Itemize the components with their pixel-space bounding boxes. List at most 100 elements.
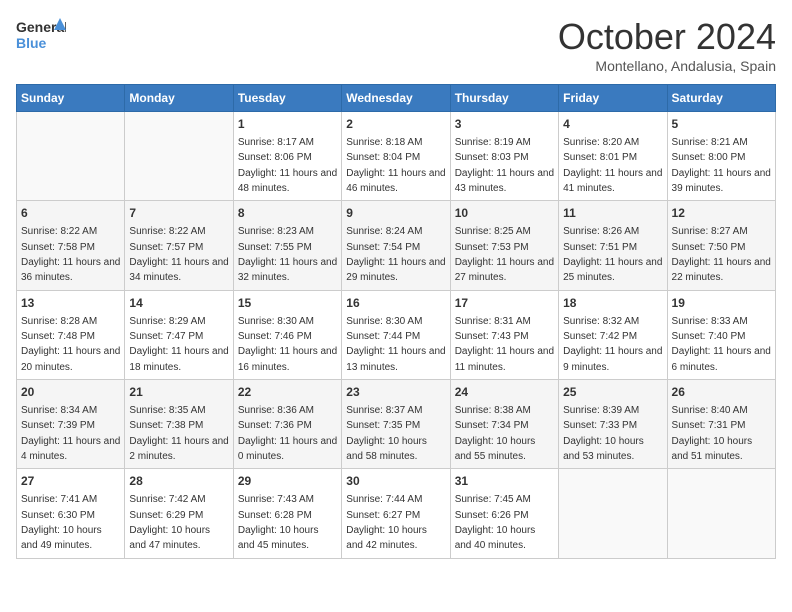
day-number: 6 (21, 205, 120, 222)
day-number: 16 (346, 295, 445, 312)
calendar-cell: 15Sunrise: 8:30 AMSunset: 7:46 PMDayligh… (233, 290, 341, 379)
weekday-header-row: SundayMondayTuesdayWednesdayThursdayFrid… (17, 85, 776, 112)
day-number: 8 (238, 205, 337, 222)
day-number: 27 (21, 473, 120, 490)
calendar-cell: 26 Sunrise: 8:40 AMSunset: 7:31 PMDayligh… (667, 380, 775, 469)
day-info: Sunrise: 7:42 AMSunset: 6:29 PMDaylight:… (129, 494, 210, 551)
weekday-header-sunday: Sunday (17, 85, 125, 112)
day-info: Sunrise: 8:37 AMSunset: 7:35 PMDaylight:… (346, 405, 427, 462)
day-number: 18 (563, 295, 662, 312)
calendar-cell: 23 Sunrise: 8:37 AMSunset: 7:35 PMDayligh… (342, 380, 450, 469)
day-number: 26 (672, 384, 771, 401)
day-number: 30 (346, 473, 445, 490)
day-number: 13 (21, 295, 120, 312)
weekday-header-saturday: Saturday (667, 85, 775, 112)
day-info: Sunrise: 8:39 AMSunset: 7:33 PMDaylight:… (563, 405, 644, 462)
day-number: 21 (129, 384, 228, 401)
day-info: Sunrise: 8:29 AMSunset: 7:47 PMDaylight:… (129, 316, 228, 373)
week-row-5: 27 Sunrise: 7:41 AMSunset: 6:30 PMDayligh… (17, 469, 776, 558)
day-number: 10 (455, 205, 554, 222)
day-number: 23 (346, 384, 445, 401)
day-number: 25 (563, 384, 662, 401)
calendar-cell: 24 Sunrise: 8:38 AMSunset: 7:34 PMDayligh… (450, 380, 558, 469)
calendar-cell: 16 Sunrise: 8:30 AMSunset: 7:44 PMDayligh… (342, 290, 450, 379)
day-number: 9 (346, 205, 445, 222)
day-info: Sunrise: 8:34 AMSunset: 7:39 PMDaylight:… (21, 405, 120, 462)
calendar-cell: 27 Sunrise: 7:41 AMSunset: 6:30 PMDayligh… (17, 469, 125, 558)
title-block: October 2024 Montellano, Andalusia, Spai… (558, 16, 776, 74)
calendar-cell: 31 Sunrise: 7:45 AMSunset: 6:26 PMDayligh… (450, 469, 558, 558)
day-number: 4 (563, 116, 662, 133)
day-info: Sunrise: 8:27 AMSunset: 7:50 PMDaylight:… (672, 226, 771, 283)
calendar-cell: 19 Sunrise: 8:33 AMSunset: 7:40 PMDayligh… (667, 290, 775, 379)
day-number: 28 (129, 473, 228, 490)
month-title: October 2024 (558, 16, 776, 58)
week-row-4: 20 Sunrise: 8:34 AMSunset: 7:39 PMDayligh… (17, 380, 776, 469)
calendar-cell: 17Sunrise: 8:31 AMSunset: 7:43 PMDayligh… (450, 290, 558, 379)
day-info: Sunrise: 8:31 AMSunset: 7:43 PMDaylight:… (455, 316, 554, 373)
calendar-cell: 10 Sunrise: 8:25 AMSunset: 7:53 PMDayligh… (450, 201, 558, 290)
day-info: Sunrise: 8:22 AMSunset: 7:58 PMDaylight:… (21, 226, 120, 283)
day-number: 22 (238, 384, 337, 401)
day-info: Sunrise: 8:38 AMSunset: 7:34 PMDaylight:… (455, 405, 536, 462)
day-info: Sunrise: 7:44 AMSunset: 6:27 PMDaylight:… (346, 494, 427, 551)
day-info: Sunrise: 7:43 AMSunset: 6:28 PMDaylight:… (238, 494, 319, 551)
calendar-cell: 9 Sunrise: 8:24 AMSunset: 7:54 PMDaylight… (342, 201, 450, 290)
week-row-2: 6 Sunrise: 8:22 AMSunset: 7:58 PMDaylight… (17, 201, 776, 290)
day-info: Sunrise: 8:25 AMSunset: 7:53 PMDaylight:… (455, 226, 554, 283)
calendar-cell: 30 Sunrise: 7:44 AMSunset: 6:27 PMDayligh… (342, 469, 450, 558)
calendar-cell: 1 Sunrise: 8:17 AMSunset: 8:06 PMDaylight… (233, 112, 341, 201)
day-info: Sunrise: 8:28 AMSunset: 7:48 PMDaylight:… (21, 316, 120, 373)
calendar-cell: 2Sunrise: 8:18 AMSunset: 8:04 PMDaylight… (342, 112, 450, 201)
day-info: Sunrise: 8:33 AMSunset: 7:40 PMDaylight:… (672, 316, 771, 373)
day-info: Sunrise: 8:23 AMSunset: 7:55 PMDaylight:… (238, 226, 337, 283)
day-info: Sunrise: 8:30 AMSunset: 7:44 PMDaylight:… (346, 316, 445, 373)
day-number: 1 (238, 116, 337, 133)
day-info: Sunrise: 8:21 AMSunset: 8:00 PMDaylight:… (672, 137, 771, 194)
day-info: Sunrise: 8:32 AMSunset: 7:42 PMDaylight:… (563, 316, 662, 373)
day-info: Sunrise: 8:24 AMSunset: 7:54 PMDaylight:… (346, 226, 445, 283)
day-info: Sunrise: 8:26 AMSunset: 7:51 PMDaylight:… (563, 226, 662, 283)
calendar-table: SundayMondayTuesdayWednesdayThursdayFrid… (16, 84, 776, 559)
logo-svg: General Blue (16, 16, 66, 56)
calendar-cell: 3 Sunrise: 8:19 AMSunset: 8:03 PMDaylight… (450, 112, 558, 201)
calendar-cell: 29Sunrise: 7:43 AMSunset: 6:28 PMDayligh… (233, 469, 341, 558)
day-info: Sunrise: 8:22 AMSunset: 7:57 PMDaylight:… (129, 226, 228, 283)
svg-text:Blue: Blue (16, 35, 47, 51)
day-number: 24 (455, 384, 554, 401)
weekday-header-friday: Friday (559, 85, 667, 112)
day-number: 31 (455, 473, 554, 490)
calendar-cell: 14 Sunrise: 8:29 AMSunset: 7:47 PMDayligh… (125, 290, 233, 379)
day-number: 14 (129, 295, 228, 312)
day-number: 15 (238, 295, 337, 312)
day-info: Sunrise: 7:45 AMSunset: 6:26 PMDaylight:… (455, 494, 536, 551)
calendar-cell: 8 Sunrise: 8:23 AMSunset: 7:55 PMDaylight… (233, 201, 341, 290)
day-info: Sunrise: 8:20 AMSunset: 8:01 PMDaylight:… (563, 137, 662, 194)
day-number: 5 (672, 116, 771, 133)
calendar-cell (667, 469, 775, 558)
day-info: Sunrise: 8:40 AMSunset: 7:31 PMDaylight:… (672, 405, 753, 462)
day-info: Sunrise: 8:19 AMSunset: 8:03 PMDaylight:… (455, 137, 554, 194)
day-number: 19 (672, 295, 771, 312)
calendar-header: SundayMondayTuesdayWednesdayThursdayFrid… (17, 85, 776, 112)
calendar-cell: 11Sunrise: 8:26 AMSunset: 7:51 PMDayligh… (559, 201, 667, 290)
calendar-cell: 21 Sunrise: 8:35 AMSunset: 7:38 PMDayligh… (125, 380, 233, 469)
weekday-header-wednesday: Wednesday (342, 85, 450, 112)
calendar-cell: 22Sunrise: 8:36 AMSunset: 7:36 PMDayligh… (233, 380, 341, 469)
day-number: 20 (21, 384, 120, 401)
calendar-cell (559, 469, 667, 558)
weekday-header-monday: Monday (125, 85, 233, 112)
calendar-cell: 7Sunrise: 8:22 AMSunset: 7:57 PMDaylight… (125, 201, 233, 290)
day-info: Sunrise: 8:35 AMSunset: 7:38 PMDaylight:… (129, 405, 228, 462)
weekday-header-thursday: Thursday (450, 85, 558, 112)
day-info: Sunrise: 7:41 AMSunset: 6:30 PMDaylight:… (21, 494, 102, 551)
page-header: General Blue October 2024 Montellano, An… (16, 16, 776, 74)
week-row-1: 1 Sunrise: 8:17 AMSunset: 8:06 PMDaylight… (17, 112, 776, 201)
calendar-cell: 5 Sunrise: 8:21 AMSunset: 8:00 PMDaylight… (667, 112, 775, 201)
calendar-cell: 12Sunrise: 8:27 AMSunset: 7:50 PMDayligh… (667, 201, 775, 290)
calendar-cell: 6 Sunrise: 8:22 AMSunset: 7:58 PMDaylight… (17, 201, 125, 290)
calendar-cell: 20 Sunrise: 8:34 AMSunset: 7:39 PMDayligh… (17, 380, 125, 469)
day-number: 3 (455, 116, 554, 133)
day-info: Sunrise: 8:17 AMSunset: 8:06 PMDaylight:… (238, 137, 337, 194)
calendar-cell: 13 Sunrise: 8:28 AMSunset: 7:48 PMDayligh… (17, 290, 125, 379)
